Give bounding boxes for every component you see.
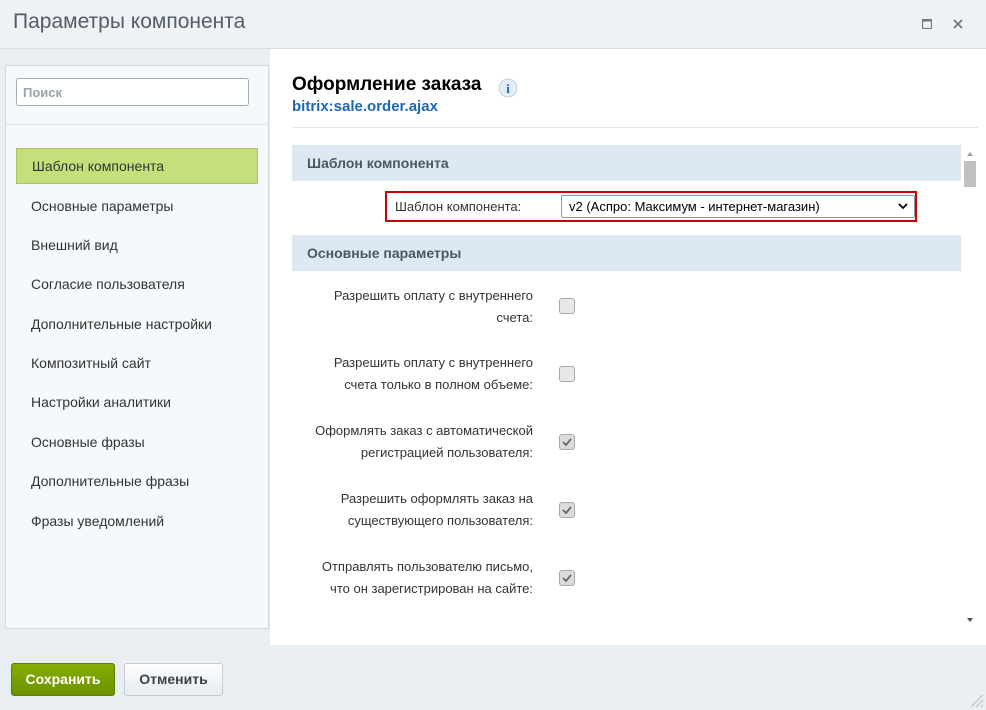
param-label: Оформлять заказ с автоматической регистр…: [273, 420, 533, 464]
component-code: bitrix:sale.order.ajax: [292, 98, 438, 115]
param-label-line: регистрацией пользователя:: [360, 445, 533, 460]
param-label: Разрешить оформлять заказ на существующе…: [273, 488, 533, 532]
cancel-button[interactable]: Отменить: [124, 663, 223, 696]
sidebar-item-phrases[interactable]: Основные фразы: [16, 424, 258, 460]
param-label-line: Оформлять заказ с автоматической: [315, 423, 533, 438]
param-checkbox-checked[interactable]: [559, 570, 575, 586]
sidebar-item-additional[interactable]: Дополнительные настройки: [16, 306, 258, 342]
param-label-line: счета только в полном объеме:: [344, 377, 533, 392]
checkmark-icon: [562, 506, 572, 515]
template-field-highlight: Шаблон компонента: v2 (Аспро: Максимум -…: [385, 191, 917, 222]
param-checkbox[interactable]: [559, 298, 575, 314]
chevron-down-icon: [898, 203, 908, 210]
param-label-line: существующего пользователя:: [347, 513, 533, 528]
svg-text:i: i: [506, 81, 510, 96]
checkmark-icon: [562, 438, 572, 447]
dialog-footer: Сохранить Отменить: [0, 645, 986, 710]
page-title: Оформление заказа: [292, 74, 482, 95]
title-divider: [292, 127, 978, 128]
template-field-label: Шаблон компонента:: [395, 199, 522, 214]
sidebar-item-consent[interactable]: Согласие пользователя: [16, 266, 258, 302]
save-button[interactable]: Сохранить: [11, 663, 115, 696]
scroll-down-icon[interactable]: [964, 615, 976, 625]
info-icon[interactable]: i: [498, 78, 518, 98]
param-label-line: Разрешить оплату с внутреннего: [333, 355, 533, 370]
param-label-line: что он зарегистрирован на сайте:: [330, 581, 533, 596]
sidebar-item-basic[interactable]: Основные параметры: [16, 188, 258, 224]
sidebar-divider: [6, 124, 268, 125]
sidebar-item-analytics[interactable]: Настройки аналитики: [16, 384, 258, 420]
sidebar-item-composite[interactable]: Композитный сайт: [16, 345, 258, 381]
main-panel: Оформление заказа i bitrix:sale.order.aj…: [270, 49, 986, 645]
window-titlebar: Параметры компонента: [0, 0, 986, 49]
sidebar-item-appearance[interactable]: Внешний вид: [16, 227, 258, 263]
close-icon[interactable]: [946, 12, 970, 36]
scrollbar[interactable]: [964, 149, 976, 625]
param-label: Отправлять пользователю письмо, что он з…: [273, 556, 533, 600]
template-select[interactable]: v2 (Аспро: Максимум - интернет-магазин): [561, 195, 915, 218]
section-header-basic: Основные параметры: [292, 235, 961, 271]
scrollbar-thumb[interactable]: [964, 161, 976, 187]
search-input[interactable]: [16, 78, 249, 106]
maximize-icon[interactable]: [915, 12, 939, 36]
param-checkbox-checked[interactable]: [559, 434, 575, 450]
param-checkbox-checked[interactable]: [559, 502, 575, 518]
param-label: Разрешить оплату с внутреннего счета тол…: [273, 352, 533, 396]
param-label-line: Разрешить оформлять заказ на: [340, 491, 533, 506]
sidebar-item-template[interactable]: Шаблон компонента: [16, 148, 258, 184]
param-label-line: Отправлять пользователю письмо,: [321, 559, 533, 574]
sidebar: Шаблон компонента Основные параметры Вне…: [5, 65, 269, 629]
section-header-template: Шаблон компонента: [292, 145, 961, 181]
scroll-up-icon[interactable]: [964, 149, 976, 159]
param-label: Разрешить оплату с внутреннего счета:: [273, 285, 533, 329]
sidebar-item-extra-phrases[interactable]: Дополнительные фразы: [16, 463, 258, 499]
checkmark-icon: [562, 574, 572, 583]
param-label-line: счета:: [496, 310, 533, 325]
template-select-value: v2 (Аспро: Максимум - интернет-магазин): [569, 199, 820, 214]
resize-grip-icon[interactable]: [966, 690, 984, 708]
sidebar-item-notification-phrases[interactable]: Фразы уведомлений: [16, 503, 258, 539]
param-checkbox[interactable]: [559, 366, 575, 382]
window-title: Параметры компонента: [13, 10, 246, 33]
param-label-line: Разрешить оплату с внутреннего: [333, 288, 533, 303]
